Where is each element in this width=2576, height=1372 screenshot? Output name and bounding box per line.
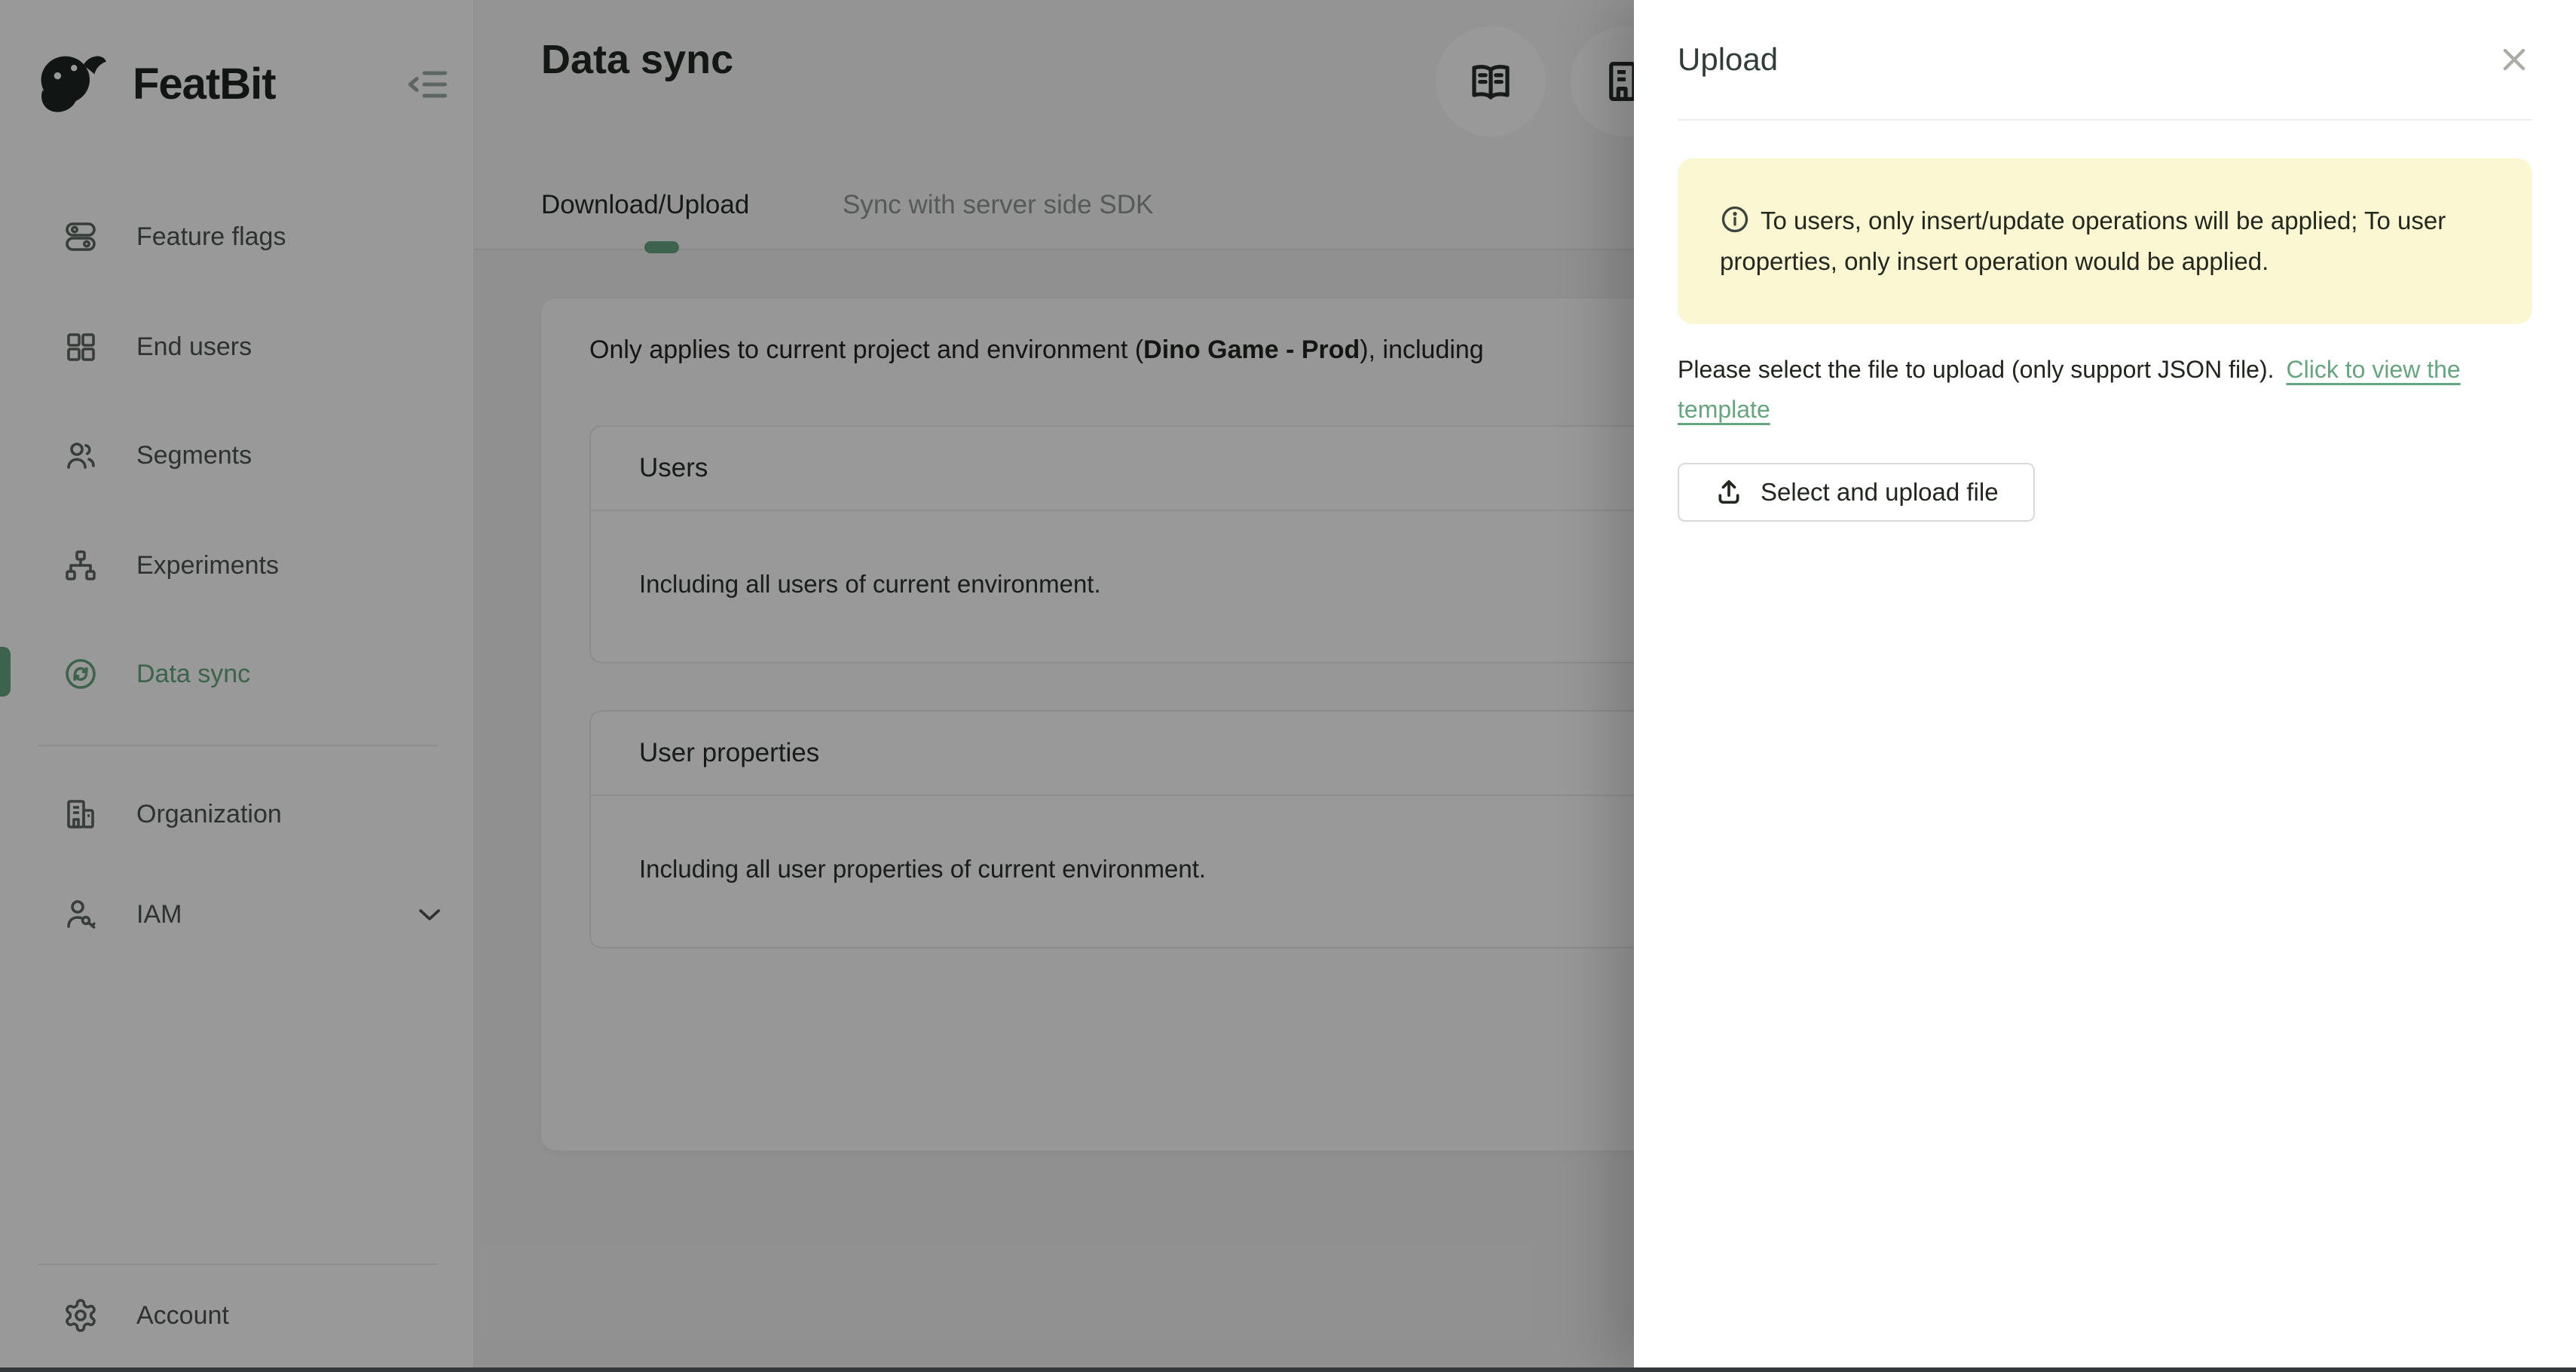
app-root: FeatBit Feature flags End	[0, 0, 2576, 1372]
drawer-header: Upload	[1634, 0, 2576, 119]
upload-icon	[1714, 477, 1744, 507]
close-icon[interactable]	[2496, 41, 2532, 78]
upload-drawer: Upload To users, only insert/update oper…	[1634, 0, 2576, 1372]
alert-text: To users, only insert/update operations …	[1720, 207, 2446, 275]
select-upload-file-button[interactable]: Select and upload file	[1678, 463, 2035, 522]
upload-button-label: Select and upload file	[1761, 478, 1999, 507]
info-circle-icon	[1720, 204, 1750, 234]
drawer-title: Upload	[1678, 41, 1778, 78]
info-alert: To users, only insert/update operations …	[1678, 158, 2532, 324]
upload-instruction: Please select the file to upload (only s…	[1678, 350, 2532, 430]
drawer-body: To users, only insert/update operations …	[1634, 121, 2576, 522]
window-bottom-edge	[0, 1367, 2576, 1372]
